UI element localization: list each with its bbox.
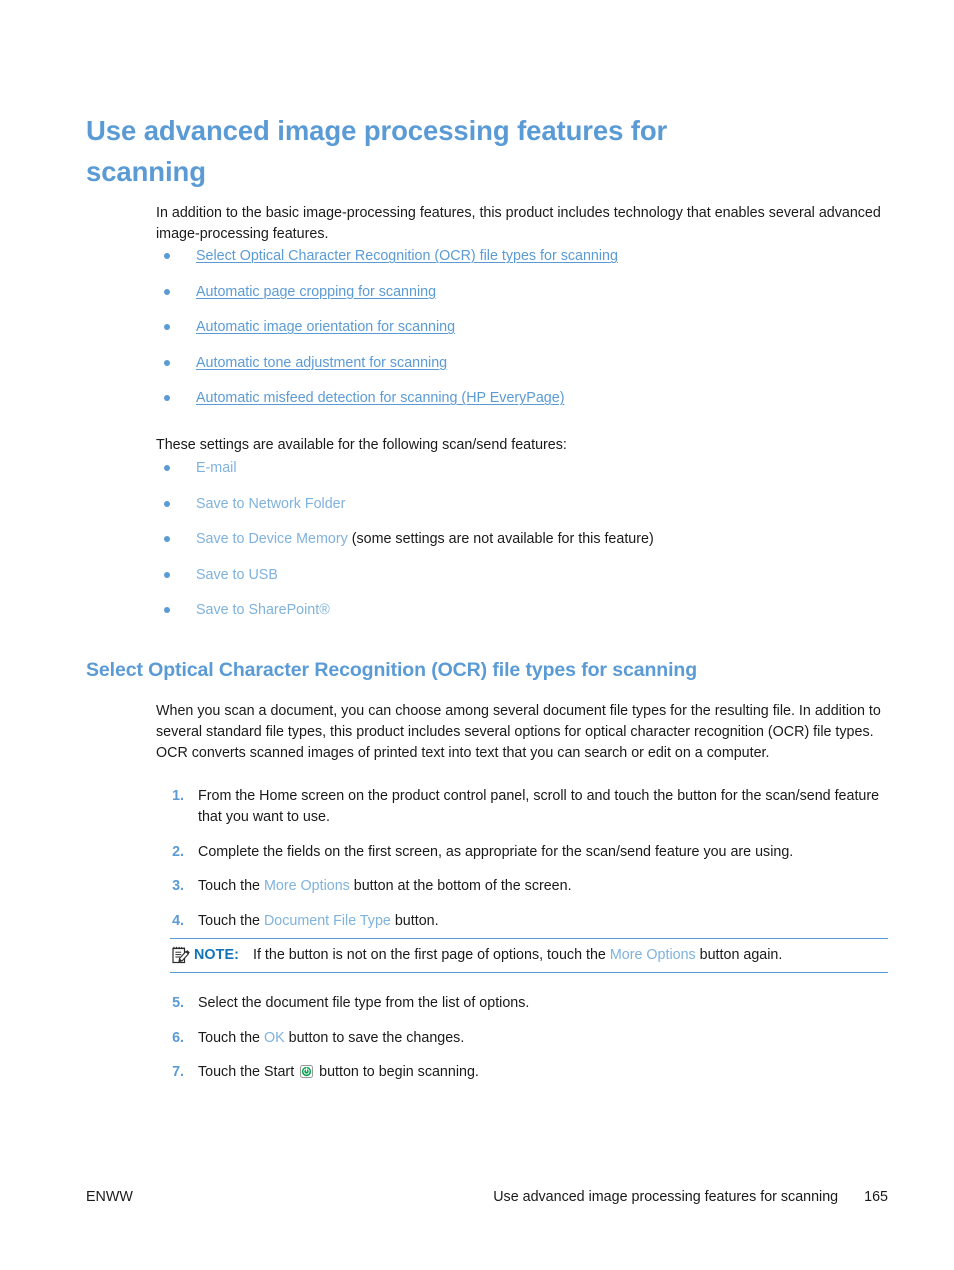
list-item: 5. Select the document file type from the… [156,993,882,1014]
step-text: Touch the [198,878,264,894]
list-item[interactable]: Automatic tone adjustment for scanning [156,353,882,373]
list-item[interactable]: Automatic image orientation for scanning [156,317,882,337]
step-number: 3. [172,878,184,894]
step-number: 7. [172,1064,184,1080]
topic-link-image-orientation[interactable]: Automatic image orientation for scanning [196,319,455,335]
step-text: Touch the Start [198,1064,299,1080]
list-item: Save to USB [156,565,882,585]
start-button-icon [300,1064,314,1078]
ocr-description-paragraph: When you scan a document, you can choose… [156,703,881,762]
list-item: 6. Touch the OK button to save the change… [156,1028,882,1049]
step-number: 6. [172,1029,184,1046]
page-footer: ENWW Use advanced image processing featu… [86,1189,888,1205]
note-admonition: NOTE: If the button is not on the first … [170,938,888,973]
page-title: Use advanced image processing features f… [86,115,668,188]
step-text: button to begin scanning. [315,1064,479,1080]
feature-term-device-memory: Save to Device Memory [196,531,348,547]
feature-term-network-folder: Save to Network Folder [196,495,346,512]
step-text: From the Home screen on the product cont… [198,788,880,825]
note-text-post: button again. [695,947,783,963]
ui-term-more-options: More Options [609,947,696,963]
feature-term-sharepoint: Save to SharePoint® [196,602,330,618]
step-number: 1. [172,788,184,804]
step-text: Select the document file type from the l… [198,995,530,1011]
topic-link-ocr-file-types[interactable]: Select Optical Character Recognition (OC… [196,248,618,264]
ui-term-document-file-type: Document File Type [263,912,391,929]
step-text: Touch the [198,912,264,929]
footer-locale: ENWW [86,1189,133,1205]
footer-section-title: Use advanced image processing features f… [493,1189,839,1205]
list-item[interactable]: Automatic page cropping for scanning [156,282,882,302]
list-item: 3. Touch the More Options button at the b… [156,876,882,897]
list-item: E-mail [156,458,882,478]
feature-term-email: E-mail [196,460,237,476]
list-item[interactable]: Automatic misfeed detection for scanning… [156,388,882,408]
topic-link-list: Select Optical Character Recognition (OC… [156,246,882,424]
note-text-pre: If the button is not on the first page o… [252,947,610,963]
footer-page-number: 165 [864,1189,888,1205]
list-item: Save to Device Memory (some settings are… [156,529,882,549]
note-label: NOTE: [194,947,239,963]
list-item: 7. Touch the Start button to begin scanni… [156,1062,882,1083]
step-number: 5. [172,995,184,1011]
procedure-steps-5-7: 5. Select the document file type from the… [156,993,882,1097]
list-item: 4. Touch the Document File Type button. [156,911,882,932]
ui-term-ok: OK [263,1029,285,1046]
note-pencil-icon [170,945,194,965]
topic-link-misfeed-detection[interactable]: Automatic misfeed detection for scanning… [196,390,564,406]
step-text: button. [390,912,439,929]
step-text: button at the bottom of the screen. [349,878,572,894]
intro-paragraph: In addition to the basic image-processin… [156,205,881,243]
feature-term-usb: Save to USB [196,566,278,583]
list-item[interactable]: Select Optical Character Recognition (OC… [156,246,882,266]
step-text: Complete the fields on the first screen,… [198,843,794,860]
list-item: Save to Network Folder [156,494,882,514]
step-text: button to save the changes. [284,1029,465,1046]
section-heading-ocr: Select Optical Character Recognition (OC… [86,659,698,682]
ui-term-more-options: More Options [263,878,350,894]
step-number: 2. [172,843,184,860]
step-text: Touch the [198,1029,264,1046]
feature-suffix: (some settings are not available for thi… [347,531,654,547]
list-item: 2. Complete the fields on the first scree… [156,842,882,863]
document-page: Use advanced image processing features f… [0,0,954,1270]
topic-link-tone-adjustment[interactable]: Automatic tone adjustment for scanning [196,355,447,371]
list-item: 1. From the Home screen on the product co… [156,786,882,828]
procedure-steps-1-4: 1. From the Home screen on the product co… [156,786,882,945]
step-number: 4. [172,912,184,929]
topic-link-page-cropping[interactable]: Automatic page cropping for scanning [196,284,436,300]
lead-in-paragraph: These settings are available for the fol… [156,437,567,454]
list-item: Save to SharePoint® [156,600,882,620]
scan-send-feature-list: E-mail Save to Network Folder Save to De… [156,458,882,636]
note-text: If the button is not on the first page o… [239,945,888,965]
